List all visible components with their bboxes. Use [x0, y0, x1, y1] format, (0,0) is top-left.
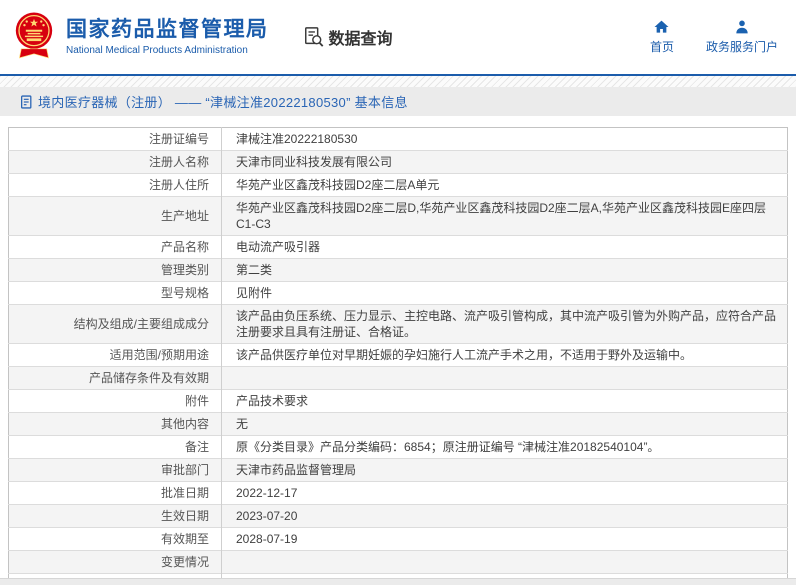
- data-query-label: 数据查询: [329, 25, 393, 49]
- nav-home[interactable]: 首页: [650, 19, 674, 55]
- site-header: 国家药品监督管理局 National Medical Products Admi…: [0, 0, 796, 76]
- row-value: [222, 367, 788, 390]
- row-value: 无: [222, 413, 788, 436]
- table-row: 备注原《分类目录》产品分类编码：6854；原注册证编号 “津械注准2018254…: [9, 436, 788, 459]
- table-row: 注册人住所华苑产业区鑫茂科技园D2座二层A单元: [9, 174, 788, 197]
- row-label: 附件: [9, 390, 222, 413]
- table-row: 其他内容无: [9, 413, 788, 436]
- row-label: 生效日期: [9, 505, 222, 528]
- header-nav: 首页 政务服务门户: [650, 19, 778, 55]
- row-label: 产品名称: [9, 236, 222, 259]
- row-value: 华苑产业区鑫茂科技园D2座二层D,华苑产业区鑫茂科技园D2座二层A,华苑产业区鑫…: [222, 197, 788, 236]
- data-query-title[interactable]: 数据查询: [303, 25, 393, 49]
- home-icon: [653, 19, 670, 35]
- nav-gov-portal[interactable]: 政务服务门户: [706, 19, 778, 55]
- table-row: 变更情况: [9, 551, 788, 574]
- table-row: 适用范围/预期用途该产品供医疗单位对早期妊娠的孕妇施行人工流产手术之用，不适用于…: [9, 344, 788, 367]
- row-label: 结构及组成/主要组成成分: [9, 305, 222, 344]
- registration-info-table: 注册证编号津械注准20222180530注册人名称天津市同业科技发展有限公司注册…: [8, 127, 788, 585]
- document-search-icon: [303, 26, 325, 48]
- hatched-separator: [0, 76, 796, 87]
- row-value: [222, 551, 788, 574]
- org-name-zh: 国家药品监督管理局: [66, 18, 269, 42]
- row-value: 天津市药品监督管理局: [222, 459, 788, 482]
- table-row: 生产地址华苑产业区鑫茂科技园D2座二层D,华苑产业区鑫茂科技园D2座二层A,华苑…: [9, 197, 788, 236]
- row-value: 津械注准20222180530: [222, 128, 788, 151]
- site-logo[interactable]: 国家药品监督管理局 National Medical Products Admi…: [10, 11, 269, 63]
- row-value: 华苑产业区鑫茂科技园D2座二层A单元: [222, 174, 788, 197]
- row-label: 有效期至: [9, 528, 222, 551]
- row-label: 注册人名称: [9, 151, 222, 174]
- row-label: 其他内容: [9, 413, 222, 436]
- row-value: 天津市同业科技发展有限公司: [222, 151, 788, 174]
- table-row: 产品储存条件及有效期: [9, 367, 788, 390]
- org-names: 国家药品监督管理局 National Medical Products Admi…: [66, 18, 269, 57]
- row-label: 管理类别: [9, 259, 222, 282]
- row-label: 型号规格: [9, 282, 222, 305]
- row-value: 产品技术要求: [222, 390, 788, 413]
- row-value: 见附件: [222, 282, 788, 305]
- table-row: 注册人名称天津市同业科技发展有限公司: [9, 151, 788, 174]
- row-label: 生产地址: [9, 197, 222, 236]
- table-row: 附件产品技术要求: [9, 390, 788, 413]
- info-table-body: 注册证编号津械注准20222180530注册人名称天津市同业科技发展有限公司注册…: [9, 128, 788, 585]
- row-value: 第二类: [222, 259, 788, 282]
- nav-gov-portal-label: 政务服务门户: [706, 38, 778, 55]
- row-value: 2023-07-20: [222, 505, 788, 528]
- row-label: 适用范围/预期用途: [9, 344, 222, 367]
- breadcrumb-text: 境内医疗器械（注册） —— “津械注准20222180530” 基本信息: [38, 92, 408, 111]
- document-icon: [20, 95, 33, 109]
- row-value: 2022-12-17: [222, 482, 788, 505]
- table-row: 有效期至2028-07-19: [9, 528, 788, 551]
- table-row: 管理类别第二类: [9, 259, 788, 282]
- table-row: 结构及组成/主要组成成分该产品由负压系统、压力显示、主控电路、流产吸引管构成，其…: [9, 305, 788, 344]
- table-row: 生效日期2023-07-20: [9, 505, 788, 528]
- user-icon: [734, 19, 750, 35]
- row-value: 电动流产吸引器: [222, 236, 788, 259]
- table-row: 产品名称电动流产吸引器: [9, 236, 788, 259]
- row-label: 备注: [9, 436, 222, 459]
- row-label: 注册人住所: [9, 174, 222, 197]
- row-label: 注册证编号: [9, 128, 222, 151]
- breadcrumb: 境内医疗器械（注册） —— “津械注准20222180530” 基本信息: [0, 87, 796, 116]
- footer-strip: [0, 578, 796, 585]
- row-label: 变更情况: [9, 551, 222, 574]
- national-emblem-icon: [14, 11, 54, 63]
- table-row: 注册证编号津械注准20222180530: [9, 128, 788, 151]
- registration-info-section: 注册证编号津械注准20222180530注册人名称天津市同业科技发展有限公司注册…: [8, 127, 788, 585]
- table-row: 审批部门天津市药品监督管理局: [9, 459, 788, 482]
- row-value: 该产品由负压系统、压力显示、主控电路、流产吸引管构成，其中流产吸引管为外购产品，…: [222, 305, 788, 344]
- row-label: 批准日期: [9, 482, 222, 505]
- table-row: 批准日期2022-12-17: [9, 482, 788, 505]
- row-label: 产品储存条件及有效期: [9, 367, 222, 390]
- row-value: 原《分类目录》产品分类编码：6854；原注册证编号 “津械注准201825401…: [222, 436, 788, 459]
- row-label: 审批部门: [9, 459, 222, 482]
- row-value: 2028-07-19: [222, 528, 788, 551]
- table-row: 型号规格见附件: [9, 282, 788, 305]
- nav-home-label: 首页: [650, 38, 674, 55]
- row-value: 该产品供医疗单位对早期妊娠的孕妇施行人工流产手术之用，不适用于野外及运输中。: [222, 344, 788, 367]
- org-name-en: National Medical Products Administration: [66, 44, 269, 57]
